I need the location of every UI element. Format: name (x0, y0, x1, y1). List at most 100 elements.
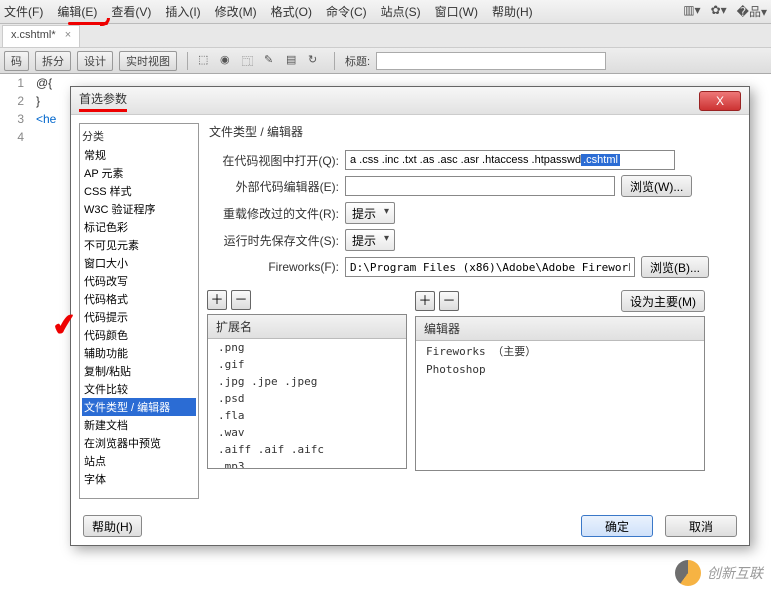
document-toolbar: 码 拆分 设计 实时视图 ⬚ ◉ ⿹ ✎ ▤ ↻ 标题: (0, 48, 771, 74)
tool-icon-6[interactable]: ↻ (308, 53, 324, 69)
category-item[interactable]: 代码改写 (82, 272, 196, 290)
annotation-checkmark: ✔ (50, 306, 80, 344)
gear-icon[interactable]: ✿▾ (711, 3, 727, 20)
extensions-header: 扩展名 (208, 315, 406, 339)
line-number: 4 (0, 128, 24, 146)
view-split-button[interactable]: 拆分 (35, 51, 71, 71)
separator (187, 52, 188, 70)
dialog-title: 首选参数 (79, 90, 127, 112)
category-item[interactable]: 文件比较 (82, 380, 196, 398)
view-code-button[interactable]: 码 (4, 51, 29, 71)
add-extension-button[interactable]: ＋ (207, 290, 227, 310)
preferences-dialog: 首选参数 X 分类 常规 AP 元素 CSS 样式 W3C 验证程序 标记色彩 … (70, 86, 750, 546)
menu-window[interactable]: 窗口(W) (435, 3, 478, 20)
save-label: 运行时先保存文件(S): (207, 232, 339, 249)
category-header: 分类 (82, 128, 196, 144)
category-item[interactable]: 字体 (82, 470, 196, 488)
editors-listbox[interactable]: 编辑器 Fireworks （主要） Photoshop (415, 316, 705, 471)
section-title: 文件类型 / 编辑器 (209, 123, 737, 140)
category-item[interactable]: 辅助功能 (82, 344, 196, 362)
set-primary-button[interactable]: 设为主要(M) (621, 290, 705, 312)
line-number: 3 (0, 110, 24, 128)
grid-icon[interactable]: �品▾ (737, 3, 767, 20)
menu-help[interactable]: 帮助(H) (492, 3, 533, 20)
category-item[interactable]: 代码颜色 (82, 326, 196, 344)
list-item[interactable]: Fireworks （主要） (416, 341, 704, 361)
category-item[interactable]: AP 元素 (82, 164, 196, 182)
dialog-titlebar[interactable]: 首选参数 X (71, 87, 749, 115)
main-menubar: 文件(F) 编辑(E) 查看(V) 插入(I) 修改(M) 格式(O) 命令(C… (0, 0, 771, 24)
menu-insert[interactable]: 插入(I) (165, 3, 200, 20)
list-item[interactable]: .png (208, 339, 406, 356)
category-item[interactable]: 不可见元素 (82, 236, 196, 254)
category-item[interactable]: 代码提示 (82, 308, 196, 326)
list-item[interactable]: .jpg .jpe .jpeg (208, 373, 406, 390)
list-item[interactable]: .psd (208, 390, 406, 407)
browse-button-2[interactable]: 浏览(B)... (641, 256, 709, 278)
remove-extension-button[interactable]: － (231, 290, 251, 310)
ok-button[interactable]: 确定 (581, 515, 653, 537)
add-editor-button[interactable]: ＋ (415, 291, 435, 311)
menu-file[interactable]: 文件(F) (4, 3, 43, 20)
list-item[interactable]: .mp3 (208, 458, 406, 469)
extensions-listbox[interactable]: 扩展名 .png .gif .jpg .jpe .jpeg .psd .fla … (207, 314, 407, 469)
list-item[interactable]: Photoshop (416, 361, 704, 378)
category-item-selected[interactable]: 文件类型 / 编辑器 (82, 398, 196, 416)
title-input[interactable] (376, 52, 606, 70)
menu-site[interactable]: 站点(S) (381, 3, 421, 20)
editors-header: 编辑器 (416, 317, 704, 341)
line-number: 1 (0, 74, 24, 92)
external-editor-input[interactable] (345, 176, 615, 196)
code-gutter: 1 2 3 4 (0, 74, 30, 146)
code-line: } (36, 92, 56, 110)
tool-icon-3[interactable]: ⿹ (242, 53, 258, 69)
category-item[interactable]: CSS 样式 (82, 182, 196, 200)
category-list: 分类 常规 AP 元素 CSS 样式 W3C 验证程序 标记色彩 不可见元素 窗… (79, 123, 199, 499)
browse-button-1[interactable]: 浏览(W)... (621, 175, 692, 197)
menu-modify[interactable]: 修改(M) (215, 3, 257, 20)
category-item[interactable]: 站点 (82, 452, 196, 470)
layout-icon[interactable]: ▥▾ (683, 3, 700, 20)
list-item[interactable]: .fla (208, 407, 406, 424)
external-editor-label: 外部代码编辑器(E): (207, 178, 339, 195)
separator (334, 52, 335, 70)
code-line: <he (36, 110, 56, 128)
tool-icon-1[interactable]: ⬚ (198, 53, 214, 69)
remove-editor-button[interactable]: － (439, 291, 459, 311)
category-item[interactable]: W3C 验证程序 (82, 200, 196, 218)
save-dropdown[interactable]: 提示 (345, 229, 395, 251)
menu-command[interactable]: 命令(C) (326, 3, 367, 20)
open-in-code-input[interactable]: a .css .inc .txt .as .asc .asr .htaccess… (345, 150, 675, 170)
list-item[interactable]: .gif (208, 356, 406, 373)
tool-icon-2[interactable]: ◉ (220, 53, 236, 69)
list-item[interactable]: .aiff .aif .aifc (208, 441, 406, 458)
view-design-button[interactable]: 设计 (77, 51, 113, 71)
highlighted-extension: .cshtml (581, 154, 620, 166)
view-live-button[interactable]: 实时视图 (119, 51, 177, 71)
category-item[interactable]: 标记色彩 (82, 218, 196, 236)
cancel-button[interactable]: 取消 (665, 515, 737, 537)
menu-view[interactable]: 查看(V) (111, 3, 151, 20)
menu-format[interactable]: 格式(O) (271, 3, 312, 20)
tool-icon-5[interactable]: ▤ (286, 53, 302, 69)
document-tab[interactable]: x.cshtml* × (2, 25, 80, 47)
close-button[interactable]: X (699, 91, 741, 111)
tool-icon-4[interactable]: ✎ (264, 53, 280, 69)
category-item[interactable]: 窗口大小 (82, 254, 196, 272)
watermark-logo-icon (675, 560, 701, 586)
menu-edit[interactable]: 编辑(E) (57, 3, 97, 20)
watermark: 创新互联 (675, 560, 763, 586)
code-editor[interactable]: @{ } <he (36, 74, 56, 128)
help-button[interactable]: 帮助(H) (83, 515, 142, 537)
document-tabbar: x.cshtml* × (0, 24, 771, 48)
tab-label: x.cshtml* (11, 29, 56, 41)
category-item[interactable]: 代码格式 (82, 290, 196, 308)
category-item[interactable]: 常规 (82, 146, 196, 164)
list-item[interactable]: .wav (208, 424, 406, 441)
reload-dropdown[interactable]: 提示 (345, 202, 395, 224)
category-item[interactable]: 复制/粘贴 (82, 362, 196, 380)
category-item[interactable]: 在浏览器中预览 (82, 434, 196, 452)
fireworks-path-input[interactable] (345, 257, 635, 277)
close-icon[interactable]: × (65, 29, 71, 41)
category-item[interactable]: 新建文档 (82, 416, 196, 434)
